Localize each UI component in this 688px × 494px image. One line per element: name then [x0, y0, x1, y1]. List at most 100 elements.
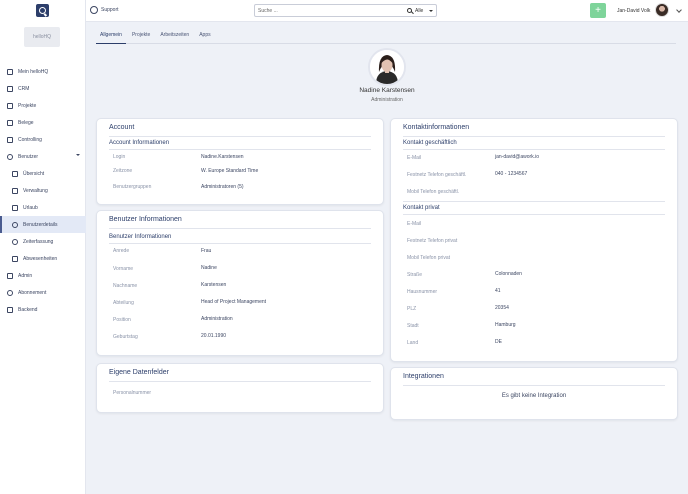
field-label: Anrede [113, 248, 130, 254]
sidebar-item-uebersicht[interactable]: Übersicht [0, 165, 86, 182]
support-link[interactable]: Support [90, 6, 119, 14]
lifebuoy-icon [90, 6, 98, 14]
field-label: Hausnummer [407, 289, 438, 295]
tab-apps[interactable]: Apps [195, 30, 214, 44]
field-value: Head of Project Management [201, 299, 267, 305]
divider [403, 136, 665, 137]
sidebar-item-label: CRM [18, 85, 30, 92]
main-content: Allgemein Projekte Arbeitszeiten Apps Na… [86, 22, 688, 494]
card-title: Benutzer Informationen [109, 216, 182, 223]
clock-icon [12, 238, 18, 245]
sidebar-item-zeiterfassung[interactable]: Zeiterfassung [0, 233, 86, 250]
divider [109, 136, 371, 137]
tab-bar: Allgemein Projekte Arbeitszeiten Apps [96, 30, 676, 44]
bottle-icon [7, 85, 13, 92]
divider [109, 243, 371, 244]
field-label: PLZ [407, 306, 417, 312]
sidebar-item-admin[interactable]: Admin [0, 267, 86, 284]
sidebar-item-mein-hellohq[interactable]: Mein helloHQ [0, 63, 86, 80]
field-label: Nachname [113, 283, 138, 289]
search-icon[interactable] [407, 7, 412, 13]
divider [109, 149, 371, 150]
card-title: Account [109, 124, 135, 131]
sidebar-item-benutzerdetails[interactable]: Benutzerdetails [0, 216, 86, 233]
field-value: jan-david@awork.io [495, 154, 539, 160]
sidebar-item-label: Verwaltung [23, 187, 48, 194]
document-icon [7, 119, 13, 126]
user-name[interactable]: Jan-David Volk [617, 8, 650, 14]
search-input[interactable] [258, 7, 398, 15]
sidebar-item-label: Backend [18, 306, 38, 313]
field-label: Personalnummer [113, 390, 152, 396]
profile-role: Administration [371, 97, 403, 103]
custom-fields-card: Eigene Datenfelder Personalnummer [96, 363, 384, 413]
tab-arbeitszeiten[interactable]: Arbeitszeiten [156, 30, 193, 44]
field-label: Mobil Telefon privat [407, 255, 450, 261]
field-value: Karstensen [201, 282, 227, 288]
field-value: W. Europe Standard Time [201, 168, 259, 174]
sidebar-item-abonnement[interactable]: Abonnement [0, 284, 86, 301]
add-button[interactable]: + [590, 3, 606, 18]
divider [109, 381, 371, 382]
app-logo[interactable] [36, 4, 49, 17]
field-label: Abteilung [113, 300, 134, 306]
user-avatar[interactable] [655, 3, 669, 17]
sidebar-item-label: Zeiterfassung [23, 238, 54, 245]
chevron-down-icon[interactable] [429, 10, 433, 12]
chevron-down-icon[interactable] [676, 7, 682, 13]
sidebar: helloHQ Mein helloHQ CRM Projekte Belege… [0, 0, 86, 494]
logo-icon [39, 7, 46, 14]
card-title: Integrationen [403, 373, 444, 380]
field-label: Login [113, 154, 126, 160]
field-value: 040 - 1234567 [495, 171, 528, 177]
chevron-down-icon [76, 154, 80, 156]
field-label: Festnetz Telefon geschäftl. [407, 172, 467, 178]
field-value: Administratoren (5) [201, 184, 244, 190]
users-cog-icon [12, 187, 18, 194]
sidebar-item-label: Benutzerdetails [23, 221, 58, 228]
profile-photo [370, 50, 404, 84]
sidebar-item-controlling[interactable]: Controlling [0, 131, 86, 148]
sidebar-item-label: Übersicht [23, 170, 45, 177]
section-title: Kontakt geschäftlich [403, 140, 457, 146]
sidebar-item-verwaltung[interactable]: Verwaltung [0, 182, 86, 199]
empty-message: Es gibt keine Integration [501, 393, 567, 399]
sidebar-item-urlaub[interactable]: Urlaub [0, 199, 86, 216]
field-value: Nadine.Karstensen [201, 154, 244, 160]
sidebar-item-crm[interactable]: CRM [0, 80, 86, 97]
field-label: Festnetz Telefon privat [407, 238, 458, 244]
sidebar-item-label: Controlling [18, 136, 42, 143]
divider [403, 214, 665, 215]
integrations-card: Integrationen Es gibt keine Integration [390, 367, 678, 420]
field-label: Straße [407, 272, 423, 278]
sidebar-item-benutzer[interactable]: Benutzer [0, 148, 86, 165]
account-card: Account Account Informationen Login Nadi… [96, 118, 384, 205]
field-value: Administration [201, 316, 233, 322]
sidebar-nav: Mein helloHQ CRM Projekte Belege Control… [0, 63, 86, 318]
bank-icon [7, 306, 13, 313]
calendar-icon [12, 255, 18, 262]
field-label: Mobil Telefon geschäftl. [407, 189, 460, 195]
sidebar-item-label: Mein helloHQ [18, 68, 49, 75]
tab-allgemein[interactable]: Allgemein [96, 30, 126, 44]
user-info-card: Benutzer Informationen Benutzer Informat… [96, 210, 384, 356]
field-value: Frau [201, 248, 212, 254]
sliders-icon [7, 68, 13, 75]
search-scope-select[interactable]: Alle [415, 8, 423, 14]
top-bar: Support Alle + Jan-David Volk [86, 0, 688, 22]
field-label: Stadt [407, 323, 419, 329]
field-label: Geburtstag [113, 334, 138, 340]
card-title: Eigene Datenfelder [109, 369, 169, 376]
monitor-icon [7, 136, 13, 143]
sidebar-item-backend[interactable]: Backend [0, 301, 86, 318]
sidebar-item-projekte[interactable]: Projekte [0, 97, 86, 114]
sidebar-item-label: Belege [18, 119, 34, 126]
sidebar-item-abwesenheiten[interactable]: Abwesenheiten [0, 250, 86, 267]
sidebar-item-belege[interactable]: Belege [0, 114, 86, 131]
folders-icon [7, 102, 13, 109]
field-value: DE [495, 339, 502, 345]
sidebar-item-label: Urlaub [23, 204, 38, 211]
section-title: Benutzer Informationen [109, 234, 172, 240]
field-label: Zeitzone [113, 168, 133, 174]
tab-projekte[interactable]: Projekte [128, 30, 154, 44]
